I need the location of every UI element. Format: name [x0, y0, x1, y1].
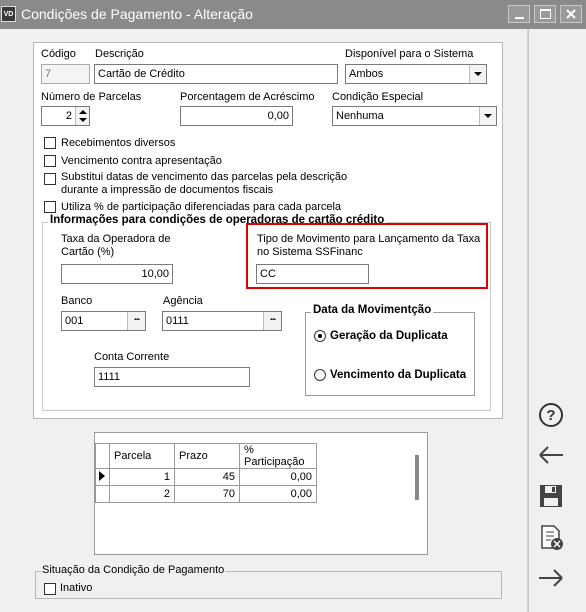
banco-field[interactable]: 001 ... — [61, 311, 146, 331]
condicao-select[interactable]: Nenhuma — [332, 106, 497, 126]
title-bar: VD Condições de Pagamento - Alteração — [0, 0, 586, 29]
chevron-down-icon[interactable] — [479, 107, 496, 125]
vencimento-apresentacao-checkbox[interactable] — [44, 155, 56, 167]
save-icon — [540, 485, 562, 507]
banco-label: Banco — [61, 295, 93, 307]
parcelas-label: Número de Parcelas — [41, 91, 142, 103]
window-title: Condições de Pagamento - Alteração — [21, 6, 253, 22]
cell-prazo[interactable]: 70 — [174, 485, 240, 503]
parcelas-value: 2 — [65, 110, 72, 122]
conta-field[interactable]: 1111 — [94, 367, 250, 387]
back-button[interactable] — [536, 441, 566, 471]
spin-arrows-icon[interactable] — [75, 107, 89, 125]
movimentacao-group-title: Data da Movimentção — [311, 304, 434, 316]
chevron-down-icon[interactable] — [469, 65, 486, 83]
lookup-icon[interactable]: ... — [263, 312, 281, 330]
agencia-value: 0111 — [166, 315, 189, 327]
inativo-checkbox[interactable] — [44, 583, 56, 595]
conta-label: Conta Corrente — [94, 351, 170, 363]
forward-button[interactable] — [536, 564, 566, 594]
table-row[interactable]: 1 45 0,00 — [95, 468, 317, 486]
tipo-movimento-field[interactable]: CC — [256, 264, 369, 284]
app-icon: VD — [1, 6, 16, 22]
disponivel-select[interactable]: Ambos — [345, 64, 487, 84]
help-button[interactable]: ? — [536, 401, 566, 431]
forward-arrow-icon — [539, 569, 563, 587]
descricao-label: Descrição — [95, 48, 144, 60]
col-prazo[interactable]: Prazo — [174, 443, 240, 469]
agencia-field[interactable]: 0111 ... — [162, 311, 282, 331]
geracao-label: Geração da Duplicata — [330, 330, 448, 342]
table-row[interactable]: 2 70 0,00 — [95, 485, 317, 503]
delete-button[interactable] — [536, 523, 566, 553]
disponivel-value: Ambos — [349, 68, 384, 80]
descricao-field[interactable]: Cartão de Crédito — [94, 64, 338, 84]
help-icon: ? — [539, 403, 563, 427]
vencimento-apresentacao-label: Vencimento contra apresentação — [61, 155, 222, 167]
tipo-movimento-label-line2: no Sistema SSFinanc — [257, 246, 363, 258]
cell-prazo[interactable]: 45 — [174, 468, 240, 486]
col-participacao[interactable]: % Participação — [239, 443, 317, 469]
condicao-label: Condição Especial — [332, 91, 424, 103]
substitui-datas-label-line2: durante a impressão de documentos fiscai… — [61, 184, 274, 196]
col-parcela[interactable]: Parcela — [109, 443, 175, 469]
close-button[interactable] — [560, 5, 582, 23]
condicao-value: Nenhuma — [336, 110, 384, 122]
acrescimo-field[interactable]: 0,00 — [180, 106, 293, 126]
minimize-button[interactable] — [508, 5, 530, 23]
back-arrow-icon — [539, 446, 563, 464]
acrescimo-label: Porcentagem de Acréscimo — [180, 91, 315, 103]
close-icon — [566, 9, 576, 19]
save-button[interactable] — [536, 482, 566, 512]
substitui-datas-label: Substitui datas de vencimento das parcel… — [61, 171, 348, 183]
geracao-radio[interactable] — [314, 330, 326, 342]
agencia-label: Agência — [163, 295, 203, 307]
parcelas-table: Parcela Prazo % Participação 1 45 0,00 2… — [95, 443, 317, 503]
taxa-label: Taxa da Operadora de — [61, 233, 171, 245]
cell-participacao[interactable]: 0,00 — [239, 468, 317, 486]
participacao-diferenciada-label: Utiliza % de participação diferenciadas … — [61, 201, 342, 213]
vencimento-label: Vencimento da Duplicata — [330, 369, 467, 381]
taxa-label-line2: Cartão (%) — [61, 246, 115, 258]
codigo-field[interactable]: 7 — [41, 64, 90, 84]
row-indicator-icon — [95, 468, 110, 486]
lookup-icon[interactable]: ... — [127, 312, 145, 330]
substitui-datas-checkbox[interactable] — [44, 173, 56, 185]
disponivel-label: Disponível para o Sistema — [345, 48, 474, 60]
row-indicator-header — [95, 443, 110, 469]
maximize-button[interactable] — [534, 5, 556, 23]
recebimentos-checkbox[interactable] — [44, 137, 56, 149]
participacao-diferenciada-checkbox[interactable] — [44, 201, 56, 213]
vencimento-radio[interactable] — [314, 369, 326, 381]
movimentacao-group — [305, 312, 475, 396]
recebimentos-label: Recebimentos diversos — [61, 137, 176, 149]
inativo-label: Inativo — [60, 582, 93, 594]
tipo-movimento-label: Tipo de Movimento para Lançamento da Tax… — [257, 233, 481, 245]
taxa-field[interactable]: 10,00 — [61, 264, 173, 284]
codigo-label: Código — [41, 48, 76, 60]
parcelas-stepper[interactable]: 2 — [41, 106, 90, 126]
cell-participacao[interactable]: 0,00 — [239, 485, 317, 503]
cell-parcela[interactable]: 1 — [109, 468, 175, 486]
grid-scrollbar[interactable] — [415, 455, 419, 500]
situacao-title: Situação da Condição de Pagamento — [41, 564, 226, 576]
row-indicator-cell — [95, 485, 110, 503]
cell-parcela[interactable]: 2 — [109, 485, 175, 503]
svg-text:?: ? — [546, 407, 555, 424]
delete-document-icon — [541, 525, 563, 550]
banco-value: 001 — [65, 315, 84, 327]
